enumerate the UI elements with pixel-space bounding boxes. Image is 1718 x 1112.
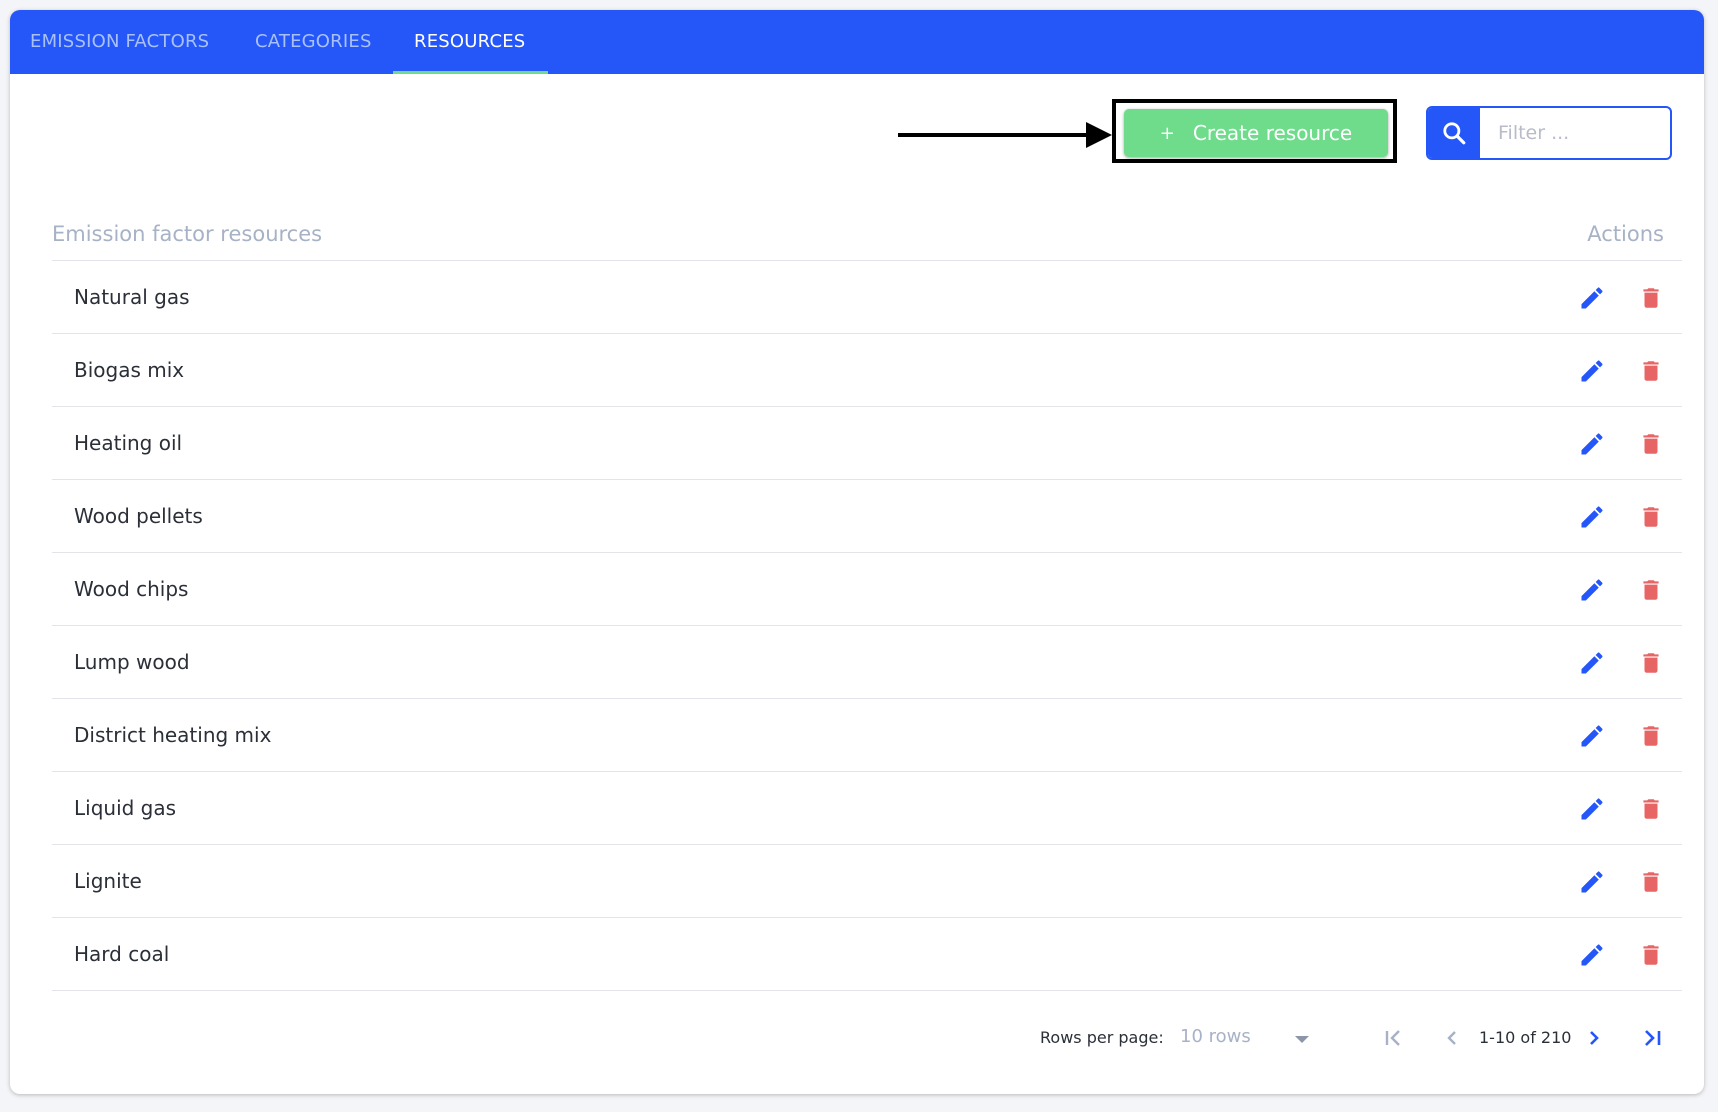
resource-name: Wood pellets [74, 504, 203, 528]
resource-name: Biogas mix [74, 358, 185, 382]
next-page-icon[interactable] [1582, 1026, 1606, 1050]
plus-icon: + [1159, 122, 1175, 144]
tab-resources[interactable]: RESOURCES [414, 10, 525, 74]
delete-icon[interactable] [1638, 503, 1664, 531]
table-row: Lump wood [52, 626, 1682, 699]
annotation-arrow [898, 133, 1098, 137]
edit-icon[interactable] [1578, 284, 1606, 312]
delete-icon[interactable] [1638, 284, 1664, 312]
filter-input[interactable] [1488, 108, 1664, 158]
edit-icon[interactable] [1578, 430, 1606, 458]
edit-icon[interactable] [1578, 357, 1606, 385]
delete-icon[interactable] [1638, 649, 1664, 677]
edit-icon[interactable] [1578, 503, 1606, 531]
table-row: Wood chips [52, 553, 1682, 626]
rows-per-page-label: Rows per page: [1040, 1028, 1164, 1047]
tab-emission-factors[interactable]: EMISSION FACTORS [30, 10, 209, 74]
edit-icon[interactable] [1578, 795, 1606, 823]
delete-icon[interactable] [1638, 357, 1664, 385]
resource-name: Lignite [74, 869, 142, 893]
previous-page-icon[interactable] [1440, 1026, 1464, 1050]
resource-list: Natural gas Biogas mix Heating oil Wood pel… [52, 261, 1682, 991]
column-header-name: Emission factor resources [52, 222, 323, 246]
delete-icon[interactable] [1638, 941, 1664, 969]
edit-icon[interactable] [1578, 649, 1606, 677]
table-row: Biogas mix [52, 334, 1682, 407]
resource-name: Wood chips [74, 577, 189, 601]
resource-name: Natural gas [74, 285, 190, 309]
create-resource-button[interactable]: + Create resource [1124, 109, 1388, 157]
caret-down-icon [1295, 1036, 1309, 1043]
rows-per-page-value: 10 rows [1180, 1026, 1251, 1047]
page-range: 1-10 of 210 [1479, 1028, 1572, 1047]
resource-name: Heating oil [74, 431, 183, 455]
table-row: Hard coal [52, 918, 1682, 991]
delete-icon[interactable] [1638, 576, 1664, 604]
edit-icon[interactable] [1578, 722, 1606, 750]
rows-per-page-select[interactable]: 10 rows [1180, 1020, 1312, 1054]
column-header-actions: Actions [1587, 222, 1664, 246]
table-row: Wood pellets [52, 480, 1682, 553]
delete-icon[interactable] [1638, 430, 1664, 458]
delete-icon[interactable] [1638, 868, 1664, 896]
table-row: Lignite [52, 845, 1682, 918]
edit-icon[interactable] [1578, 868, 1606, 896]
table-row: District heating mix [52, 699, 1682, 772]
search-icon[interactable] [1428, 108, 1480, 158]
table-row: Heating oil [52, 407, 1682, 480]
create-resource-label: Create resource [1192, 121, 1353, 145]
first-page-icon[interactable] [1382, 1026, 1406, 1050]
active-tab-indicator [393, 71, 548, 74]
resource-name: Liquid gas [74, 796, 177, 820]
annotation-arrow-head [1086, 122, 1112, 148]
table-row: Natural gas [52, 261, 1682, 334]
resource-name: Lump wood [74, 650, 190, 674]
resource-name: Hard coal [74, 942, 170, 966]
resources-card: EMISSION FACTORS CATEGORIES RESOURCES + … [10, 10, 1704, 1094]
delete-icon[interactable] [1638, 795, 1664, 823]
table-header: Emission factor resources Actions [52, 200, 1682, 261]
last-page-icon[interactable] [1640, 1026, 1664, 1050]
edit-icon[interactable] [1578, 941, 1606, 969]
edit-icon[interactable] [1578, 576, 1606, 604]
tab-categories[interactable]: CATEGORIES [255, 10, 372, 74]
filter-box [1426, 106, 1672, 160]
table-row: Liquid gas [52, 772, 1682, 845]
delete-icon[interactable] [1638, 722, 1664, 750]
tab-bar: EMISSION FACTORS CATEGORIES RESOURCES [10, 10, 1704, 74]
pagination: Rows per page: 10 rows 1-10 of 210 [52, 1004, 1682, 1064]
resource-name: District heating mix [74, 723, 272, 747]
